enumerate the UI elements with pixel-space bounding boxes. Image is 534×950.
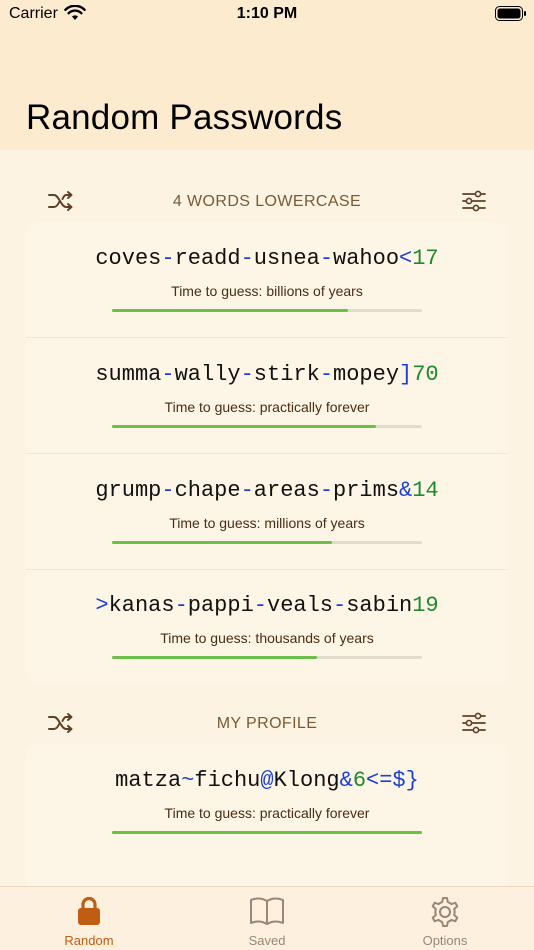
password-separator: - (253, 593, 267, 618)
password-word: prims (333, 478, 400, 503)
password-digits: 6 (352, 768, 367, 793)
tab-options[interactable]: Options (380, 887, 510, 950)
password-row[interactable]: >kanas-pappi-veals-sabin19 Time to guess… (26, 569, 508, 684)
book-icon (249, 895, 285, 932)
settings-button[interactable] (460, 711, 488, 735)
sliders-icon (462, 190, 486, 212)
password-separator: & (339, 768, 353, 793)
password-separator: - (319, 246, 334, 271)
password-list-card: coves-readd-usnea-wahoo<17 Time to guess… (26, 222, 508, 684)
tab-random[interactable]: Random (24, 887, 154, 950)
strength-bar (112, 541, 422, 544)
strength-bar-fill (112, 541, 333, 544)
password-word: stirk (253, 362, 320, 387)
password-digits: 17 (412, 246, 439, 271)
strength-label: Time to guess: thousands of years (160, 630, 374, 646)
password-separator: ] (399, 362, 413, 387)
sliders-icon (462, 712, 486, 734)
battery-icon (495, 6, 527, 26)
password-separator: <=$} (366, 768, 419, 793)
password-word: wahoo (333, 246, 400, 271)
password-separator: - (333, 593, 347, 618)
profile-password-card: matza~fichu@Klong&6<=$} Time to guess: p… (26, 744, 508, 904)
tab-bar: Random Saved Options (0, 886, 534, 950)
password-separator: - (161, 362, 175, 387)
gear-icon (428, 895, 462, 934)
password-word: wally (174, 362, 241, 387)
status-bar: Carrier 1:10 PM (0, 0, 534, 28)
password-word: usnea (253, 246, 320, 271)
status-time: 1:10 PM (236, 5, 298, 22)
password-word: summa (95, 362, 162, 387)
password-word: sabin (346, 593, 413, 618)
strength-bar-fill (112, 656, 317, 659)
strength-bar-fill (112, 425, 376, 428)
password-word: coves (95, 246, 162, 271)
strength-label: Time to guess: practically forever (164, 399, 370, 415)
tab-label: Options (422, 933, 468, 948)
section-title: MY PROFILE (216, 715, 318, 732)
lock-icon (76, 895, 102, 932)
password-word: kanas (108, 593, 175, 618)
section-title: 4 WORDS LOWERCASE (172, 193, 362, 210)
password-separator: < (399, 246, 413, 271)
password-separator: - (319, 478, 334, 503)
password-text[interactable]: summa-wally-stirk-mopey]70 (26, 362, 508, 387)
password-separator: > (95, 593, 109, 618)
password-separator: - (240, 478, 254, 503)
strength-bar-fill (112, 309, 348, 312)
strength-label: Time to guess: practically forever (164, 805, 370, 821)
password-digits: 14 (412, 478, 439, 503)
tab-label: Random (64, 933, 114, 948)
password-text[interactable]: matza~fichu@Klong&6<=$} (26, 768, 508, 793)
settings-button[interactable] (460, 189, 488, 213)
tab-label: Saved (248, 933, 286, 948)
password-separator: ~ (181, 768, 195, 793)
password-word: pappi (187, 593, 254, 618)
password-text[interactable]: coves-readd-usnea-wahoo<17 (26, 246, 508, 271)
strength-label: Time to guess: millions of years (169, 515, 365, 531)
password-word: areas (253, 478, 320, 503)
password-separator: - (161, 478, 175, 503)
password-row[interactable]: grump-chape-areas-prims&14 Time to guess… (26, 454, 508, 570)
strength-bar (112, 656, 422, 659)
password-separator: @ (260, 768, 274, 793)
password-word: readd (174, 246, 241, 271)
password-digits: 70 (412, 362, 439, 387)
password-word: veals (267, 593, 334, 618)
navigation-header: Random Passwords (0, 28, 534, 150)
password-word: mopey (333, 362, 400, 387)
password-word: fichu (194, 768, 261, 793)
password-separator: - (240, 246, 254, 271)
password-separator: - (161, 246, 175, 271)
password-word: chape (174, 478, 241, 503)
password-separator: - (240, 362, 254, 387)
strength-bar (112, 831, 422, 834)
section-header-words: 4 WORDS LOWERCASE (0, 187, 534, 217)
strength-label: Time to guess: billions of years (171, 283, 363, 299)
password-row[interactable]: matza~fichu@Klong&6<=$} Time to guess: p… (26, 744, 508, 860)
password-separator: - (319, 362, 334, 387)
password-row[interactable]: summa-wally-stirk-mopey]70 Time to guess… (26, 338, 508, 454)
password-separator: - (174, 593, 188, 618)
page-title: Random Passwords (26, 98, 343, 137)
tab-saved[interactable]: Saved (202, 887, 332, 950)
password-text[interactable]: grump-chape-areas-prims&14 (26, 478, 508, 503)
password-text[interactable]: >kanas-pappi-veals-sabin19 (26, 593, 508, 618)
password-digits: 19 (412, 593, 439, 618)
section-header-profile: MY PROFILE (0, 709, 534, 739)
password-word: grump (95, 478, 162, 503)
password-word: Klong (273, 768, 340, 793)
strength-bar (112, 309, 422, 312)
password-separator: & (399, 478, 413, 503)
password-row[interactable]: coves-readd-usnea-wahoo<17 Time to guess… (26, 222, 508, 338)
strength-bar (112, 425, 422, 428)
strength-bar-fill (112, 831, 422, 834)
password-word: matza (115, 768, 182, 793)
